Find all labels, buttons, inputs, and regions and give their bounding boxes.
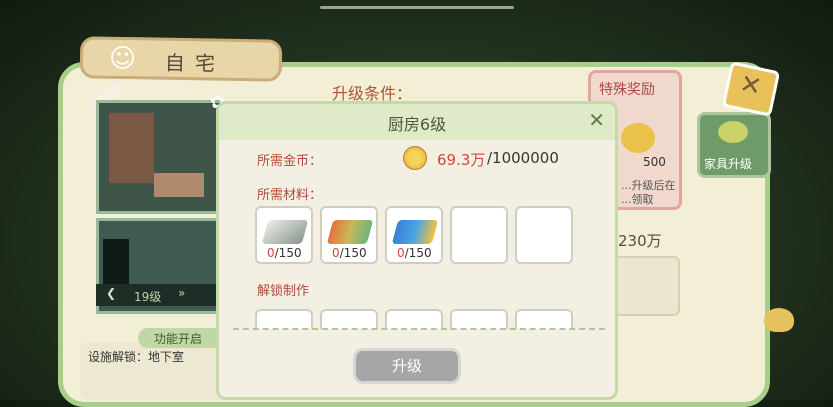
rainbow-ingot-icon [326, 220, 374, 244]
close-panel-button[interactable]: ✕ [721, 61, 781, 117]
material-slot-3[interactable]: 0/150 [385, 206, 443, 264]
reward-desc-line2: ...领取 [621, 193, 654, 206]
avatar-icon: ☺ [108, 43, 137, 75]
material-slot-empty [450, 206, 508, 264]
furniture-icon [718, 121, 748, 143]
coins-label: 所需金币： [257, 154, 323, 169]
next-floor-icon[interactable]: » [178, 286, 185, 300]
furniture-upgrade-label: 家具升级 [704, 157, 753, 171]
coins-have: 69.3万 [437, 151, 486, 169]
room-preview-upper[interactable] [96, 100, 222, 214]
material-count: 0/150 [397, 246, 432, 260]
unlock-slot[interactable] [515, 309, 573, 329]
material-count: 0/150 [332, 246, 367, 260]
furniture-upgrade-button[interactable]: 家具升级 [697, 112, 771, 178]
facility-unlock-text: 设施解锁：地下室 [88, 350, 185, 364]
upgrade-dialog: 厨房6级 ✕ 所需金币： 69.3万 /1000000 所需材料： 0/150 … [216, 101, 618, 400]
function-open-label: 功能开启 [154, 332, 203, 346]
unlock-craft-label: 解锁制作 [257, 284, 310, 299]
divider [233, 328, 605, 332]
side-slot [614, 256, 680, 316]
unlock-slot[interactable] [385, 309, 443, 329]
function-open-tab: 功能开启 [138, 328, 228, 348]
reward-amount: 500 [643, 155, 666, 169]
coins-need: /1000000 [487, 149, 559, 167]
unlock-slot[interactable] [450, 309, 508, 329]
materials-label: 所需材料： [257, 188, 323, 203]
floor-navigator: ❮ 19级 » [96, 284, 216, 306]
upgrade-button[interactable]: 升级 [353, 348, 461, 384]
coin-icon [403, 146, 427, 170]
home-title: 自宅 [164, 50, 226, 76]
unlock-slot[interactable] [320, 309, 378, 329]
unlock-slot[interactable] [255, 309, 313, 329]
blue-gold-ingot-icon [391, 220, 439, 244]
paw-decoration-icon [764, 308, 794, 332]
floor-label: 19级 [134, 290, 162, 304]
close-icon: ✕ [736, 68, 765, 103]
material-count: 0/150 [267, 246, 302, 260]
cost-value-partial: 230万 [618, 232, 662, 250]
material-slot-2[interactable]: 0/150 [320, 206, 378, 264]
dialog-header: 厨房6级 ✕ [219, 104, 615, 140]
top-status-bar [320, 6, 514, 9]
silver-ingot-icon [261, 220, 309, 244]
material-slot-1[interactable]: 0/150 [255, 206, 313, 264]
dialog-title: 厨房6级 [387, 115, 447, 134]
dialog-close-icon[interactable]: ✕ [588, 108, 605, 132]
prev-floor-icon[interactable]: ❮ [106, 286, 116, 300]
home-title-tab: ☺ 自宅 [79, 36, 283, 82]
shell-reward-icon [621, 123, 655, 153]
special-reward-title: 特殊奖励 [599, 82, 655, 98]
material-slot-empty [515, 206, 573, 264]
